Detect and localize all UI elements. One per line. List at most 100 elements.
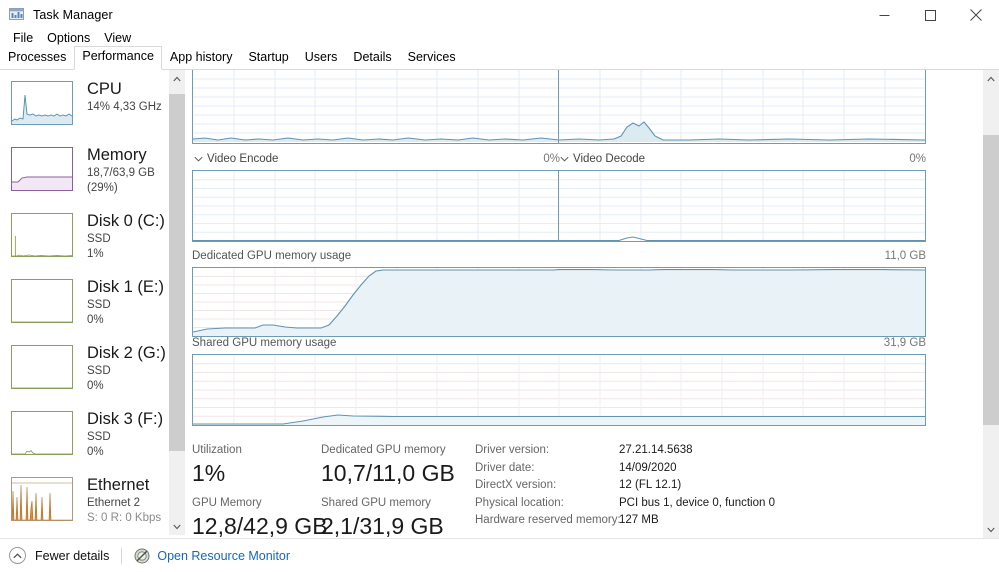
cpu-subtitle: 14% 4,33 GHz	[87, 101, 162, 113]
disk-0-labels: Disk 0 (C:) SSD 1%	[87, 211, 165, 262]
disk-3-type: SSD	[87, 431, 111, 443]
stat-utilization: Utilization 1%	[192, 442, 242, 487]
disk-1-thumbnail-graph	[11, 279, 73, 323]
video-decode-graph	[558, 170, 926, 242]
sidebar-scroll-down-icon[interactable]	[169, 518, 185, 535]
tab-app-history[interactable]: App history	[161, 48, 241, 69]
window-title: Task Manager	[33, 8, 113, 22]
menu-item-view[interactable]: View	[97, 28, 138, 48]
disk-3-thumbnail-graph	[11, 411, 73, 455]
dedicated-memory-graph-box	[192, 267, 926, 337]
disk-1-title: Disk 1 (E:)	[87, 278, 165, 296]
sidebar-item-disk-3[interactable]: Disk 3 (F:) SSD 0%	[0, 409, 185, 459]
physical-location-value: PCI bus 1, device 0, function 0	[619, 496, 775, 509]
disk-0-thumbnail-graph	[11, 213, 73, 257]
minimize-button[interactable]	[861, 0, 907, 30]
fewer-details-button[interactable]: Fewer details	[35, 549, 109, 563]
dedicated-memory-label-row: Dedicated GPU memory usage 11,0 GB	[192, 250, 926, 265]
gpu-3d-graph	[192, 70, 560, 144]
video-decode-graph-box	[558, 170, 926, 242]
utilization-value: 1%	[192, 460, 226, 486]
tab-startup[interactable]: Startup	[240, 48, 297, 69]
disk-3-title: Disk 3 (F:)	[87, 410, 164, 428]
cpu-labels: CPU 14% 4,33 GHz	[87, 79, 162, 115]
tab-strip: Processes Performance App history Startu…	[0, 46, 999, 70]
status-bar: Fewer details Open Resource Monitor	[0, 538, 999, 572]
tab-services[interactable]: Services	[399, 48, 464, 69]
task-manager-icon	[9, 7, 25, 23]
shared-memory-labels: Shared GPU memory usage 31,9 GB	[192, 337, 926, 352]
disk-1-usage: 0%	[87, 314, 104, 326]
video-decode-header-row: Video Decode 0%	[558, 151, 926, 167]
shared-memory-label-row: Shared GPU memory usage 31,9 GB	[192, 337, 926, 352]
window-controls	[861, 0, 999, 30]
sidebar-item-disk-2[interactable]: Disk 2 (G:) SSD 0%	[0, 343, 185, 393]
menu-item-file[interactable]: File	[6, 28, 40, 48]
menu-item-options[interactable]: Options	[40, 28, 97, 48]
disk-3-usage: 0%	[87, 446, 104, 458]
chevron-up-icon[interactable]	[9, 547, 26, 564]
disk-2-type: SSD	[87, 365, 111, 377]
directx-version-value: 12 (FL 12.1)	[619, 479, 682, 491]
cpu-thumbnail-graph	[11, 81, 73, 125]
shared-gpu-memory-label: Shared GPU memory	[321, 497, 431, 509]
ethernet-adapter: Ethernet 2	[87, 497, 141, 509]
gpu-3d-graph-box	[192, 70, 560, 144]
stat-shared-gpu-memory: Shared GPU memory 2,1/31,9 GB	[321, 495, 444, 538]
driver-date-value: 14/09/2020	[619, 461, 677, 474]
maximize-button[interactable]	[907, 0, 953, 30]
disk-0-usage: 1%	[87, 248, 104, 260]
dedicated-gpu-memory-label: Dedicated GPU memory	[321, 444, 446, 456]
sidebar-item-memory[interactable]: Memory 18,7/63,9 GB (29%)	[0, 145, 185, 195]
ethernet-title: Ethernet	[87, 476, 150, 494]
sidebar-scroll-up-icon[interactable]	[169, 70, 185, 87]
tab-processes[interactable]: Processes	[0, 48, 75, 69]
hardware-reserved-memory-label: Hardware reserved memory:	[475, 514, 621, 526]
driver-version-label: Driver version:	[475, 444, 550, 456]
gpu-detail-keys: Driver version: Driver date: DirectX ver…	[475, 442, 621, 530]
task-manager-window: Task Manager File Options View Processes…	[0, 0, 999, 572]
resource-sidebar: CPU 14% 4,33 GHz Memory 18,7/63,9 GB (29…	[0, 70, 185, 538]
gpu-memory-label: GPU Memory	[192, 497, 262, 509]
sidebar-scroll-thumb[interactable]	[169, 94, 185, 451]
disk-2-labels: Disk 2 (G:) SSD 0%	[87, 343, 166, 394]
video-decode-label: Video Decode	[573, 153, 646, 165]
shared-memory-label: Shared GPU memory usage	[192, 337, 337, 349]
driver-version-value: 27.21.14.5638	[619, 444, 693, 456]
main-scrollbar[interactable]	[983, 70, 999, 538]
disk-2-usage: 0%	[87, 380, 104, 392]
main-scroll-down-icon[interactable]	[983, 521, 999, 538]
driver-date-label: Driver date:	[475, 461, 535, 474]
cpu-title: CPU	[87, 80, 122, 98]
chevron-down-icon-encode[interactable]	[192, 153, 204, 165]
video-encode-graph	[192, 170, 560, 242]
dedicated-memory-labels: Dedicated GPU memory usage 11,0 GB	[192, 250, 926, 265]
ethernet-throughput: S: 0 R: 0 Kbps	[87, 512, 162, 524]
sidebar-item-cpu[interactable]: CPU 14% 4,33 GHz	[0, 79, 185, 129]
open-resource-monitor-link[interactable]: Open Resource Monitor	[157, 549, 290, 563]
disk-2-thumbnail-graph	[11, 345, 73, 389]
tab-details[interactable]: Details	[345, 48, 400, 69]
ethernet-labels: Ethernet Ethernet 2 S: 0 R: 0 Kbps	[87, 475, 161, 526]
sidebar-item-disk-1[interactable]: Disk 1 (E:) SSD 0%	[0, 277, 185, 327]
ethernet-thumbnail-graph	[11, 477, 73, 521]
sidebar-item-disk-0[interactable]: Disk 0 (C:) SSD 1%	[0, 211, 185, 261]
sidebar-scrollbar[interactable]	[169, 70, 185, 535]
main-scroll-up-icon[interactable]	[983, 70, 999, 87]
tab-users[interactable]: Users	[296, 48, 346, 69]
status-divider	[121, 547, 123, 564]
sidebar-item-ethernet[interactable]: Ethernet Ethernet 2 S: 0 R: 0 Kbps	[0, 475, 185, 525]
directx-version-label: DirectX version:	[475, 479, 557, 491]
close-button[interactable]	[953, 0, 999, 30]
chevron-down-icon-decode[interactable]	[558, 153, 570, 165]
disk-1-labels: Disk 1 (E:) SSD 0%	[87, 277, 164, 328]
tab-performance[interactable]: Performance	[74, 46, 162, 70]
main-scroll-thumb[interactable]	[983, 135, 999, 425]
disk-0-title: Disk 0 (C:)	[87, 212, 165, 230]
gpu-memory-value: 12,8/42,9 GB	[192, 513, 328, 538]
dedicated-memory-max: 11,0 GB	[884, 250, 926, 262]
physical-location-label: Physical location:	[475, 496, 564, 509]
disk-3-labels: Disk 3 (F:) SSD 0%	[87, 409, 163, 460]
dedicated-memory-graph	[192, 267, 926, 337]
disk-1-type: SSD	[87, 299, 111, 311]
